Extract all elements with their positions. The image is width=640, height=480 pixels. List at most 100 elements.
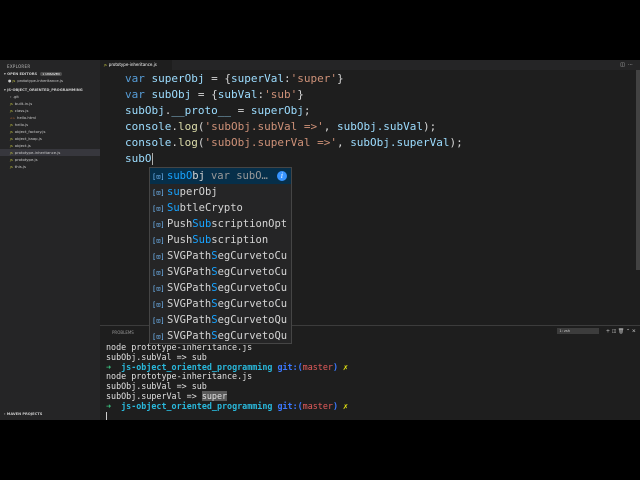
suggestion-text: SVGPath bbox=[167, 314, 212, 326]
file-label: hello.html bbox=[17, 115, 36, 120]
file-item-hello-js[interactable]: JS hello.js bbox=[10, 121, 28, 128]
punctuation-token: ); bbox=[449, 136, 463, 149]
suggestion-text: btleCrypto bbox=[179, 202, 243, 214]
maven-projects-header[interactable]: › MAVEN PROJECTS bbox=[4, 412, 42, 416]
file-label: prototype.js bbox=[14, 157, 38, 162]
tab-prototype-inheritance[interactable]: JS prototype-inheritance.js bbox=[100, 60, 172, 70]
file-item-prototype[interactable]: JS prototype.js bbox=[10, 156, 38, 163]
terminal-output[interactable]: node prototype-inheritance.js subObj.sub… bbox=[106, 342, 349, 420]
suggestion-item[interactable]: [⊡] SVGPathSegCurvetoCu bbox=[150, 296, 291, 312]
project-folder-header[interactable]: ▾ JS-OBJECT_ORIENTED_PROGRAMMING bbox=[4, 88, 83, 92]
identifier-token: console bbox=[125, 120, 172, 133]
js-file-icon: JS bbox=[12, 79, 16, 83]
suggestion-text: Push bbox=[167, 218, 193, 230]
js-file-icon: JS bbox=[10, 165, 13, 169]
file-label: prototype-inheritance.js bbox=[14, 150, 61, 155]
property-token: subVal bbox=[217, 88, 258, 101]
identifier-token: subObj bbox=[151, 88, 192, 101]
suggestion-item[interactable]: [⊡] SVGPathSegCurvetoQu bbox=[150, 328, 291, 343]
split-terminal-icon[interactable]: ◫ bbox=[612, 329, 617, 335]
variable-icon: [⊡] bbox=[152, 285, 165, 293]
suggestion-item[interactable]: [⊡] subObj var subO… i bbox=[150, 168, 291, 184]
file-item-hello-html[interactable]: <> hello.html bbox=[10, 114, 36, 121]
file-item-class[interactable]: JS class.js bbox=[10, 107, 28, 114]
open-editor-item[interactable]: ● JS prototype-inheritance.js bbox=[8, 77, 63, 84]
keyword-token: var bbox=[125, 72, 145, 85]
js-file-icon: JS bbox=[10, 102, 13, 106]
function-token: log bbox=[177, 136, 198, 149]
tab-label: prototype-inheritance.js bbox=[108, 62, 157, 67]
chevron-up-icon[interactable]: ⌃ bbox=[626, 329, 630, 335]
suggestion-item[interactable]: [⊡] SVGPathSegCurvetoQu bbox=[150, 312, 291, 328]
trash-icon[interactable]: 🗑 bbox=[618, 329, 624, 335]
suggestion-item[interactable]: [⊡] SVGPathSegCurvetoCu bbox=[150, 248, 291, 264]
editor-scrollbar[interactable] bbox=[636, 70, 640, 270]
editor-tab-bar: JS prototype-inheritance.js ◫⋯ bbox=[100, 60, 640, 70]
js-file-icon: JS bbox=[10, 158, 13, 162]
prompt-git: git:( bbox=[277, 400, 303, 411]
explorer-title: EXPLORER bbox=[7, 64, 31, 69]
file-item-this[interactable]: JS this.js bbox=[10, 163, 26, 170]
unsaved-badge: 1 UNSAVED bbox=[40, 72, 62, 76]
file-item-built-in[interactable]: JS built-in.js bbox=[10, 100, 32, 107]
suggestion-text: egCurvetoQu bbox=[217, 330, 288, 342]
open-editors-header[interactable]: ▾ OPEN EDITORS 1 UNSAVED bbox=[4, 72, 62, 76]
suggestion-text: egCurvetoCu bbox=[217, 266, 288, 278]
suggestion-item[interactable]: [⊡] PushSubscriptionOpt bbox=[150, 216, 291, 232]
prompt-arrow-icon: ➜ bbox=[106, 400, 112, 411]
more-actions-icon[interactable]: ⋯ bbox=[628, 62, 636, 68]
suggestion-item[interactable]: [⊡] PushSubscription bbox=[150, 232, 291, 248]
file-item-git[interactable]: › .git bbox=[10, 93, 19, 100]
info-icon[interactable]: i bbox=[277, 171, 287, 181]
suggestion-text: egCurvetoCu bbox=[217, 250, 288, 262]
suggestion-item[interactable]: [⊡] SubtleCrypto bbox=[150, 200, 291, 216]
punctuation-token: ); bbox=[423, 120, 437, 133]
string-token: 'sub' bbox=[264, 88, 298, 101]
variable-icon: [⊡] bbox=[152, 269, 165, 277]
split-editor-icon[interactable]: ◫ bbox=[620, 62, 628, 68]
file-item-object-kaap[interactable]: JS object_kaap.js bbox=[10, 135, 42, 142]
identifier-token: superObj bbox=[250, 104, 304, 117]
terminal-select[interactable]: 1: zsh bbox=[557, 328, 600, 334]
file-item-prototype-inheritance[interactable]: JS prototype-inheritance.js bbox=[0, 149, 100, 156]
suggestion-text: SVGPath bbox=[167, 298, 212, 310]
js-file-icon: JS bbox=[10, 151, 13, 155]
js-file-icon: JS bbox=[10, 130, 13, 134]
keyword-token: var bbox=[125, 88, 145, 101]
variable-icon: [⊡] bbox=[152, 301, 165, 309]
punctuation-token: . bbox=[171, 136, 178, 149]
punctuation-token: } bbox=[336, 72, 344, 85]
file-label: object_factory.js bbox=[14, 129, 46, 134]
variable-icon: [⊡] bbox=[152, 221, 165, 229]
plus-icon[interactable]: + bbox=[606, 329, 610, 335]
suggestion-item[interactable]: [⊡] SVGPathSegCurvetoCu bbox=[150, 280, 291, 296]
terminal-text: subObj.superVal => bbox=[106, 390, 202, 401]
project-folder-label: JS-OBJECT_ORIENTED_PROGRAMMING bbox=[7, 88, 83, 92]
tab-problems[interactable]: PROBLEMS bbox=[112, 330, 134, 335]
suggestion-item[interactable]: [⊡] superObj bbox=[150, 184, 291, 200]
identifier-token: console bbox=[125, 136, 172, 149]
punctuation-token: : bbox=[283, 72, 291, 85]
suggestion-match: subO bbox=[167, 170, 193, 182]
suggestion-item[interactable]: [⊡] SVGPathSegCurvetoCu bbox=[150, 264, 291, 280]
suggestion-text: scription bbox=[211, 234, 269, 246]
editor-actions: ◫⋯ bbox=[620, 62, 636, 68]
prompt-branch: master bbox=[302, 400, 333, 411]
open-editor-label: prototype-inheritance.js bbox=[17, 78, 63, 83]
dirty-icon: ✗ bbox=[343, 400, 349, 411]
punctuation-token: = { bbox=[191, 88, 218, 101]
text-cursor bbox=[151, 153, 153, 165]
suggestion-text: egCurvetoCu bbox=[217, 282, 288, 294]
file-item-object-factory[interactable]: JS object_factory.js bbox=[10, 128, 45, 135]
file-item-object[interactable]: JS object.js bbox=[10, 142, 31, 149]
suggestion-text: SVGPath bbox=[167, 330, 212, 342]
close-icon[interactable]: ✕ bbox=[632, 329, 636, 335]
punctuation-token: = { bbox=[204, 72, 231, 85]
maven-projects-label: MAVEN PROJECTS bbox=[6, 412, 43, 416]
typed-token: subO bbox=[125, 152, 152, 165]
file-label: object.js bbox=[14, 143, 31, 148]
suggestion-detail: var subO… bbox=[210, 170, 268, 182]
variable-icon: [⊡] bbox=[152, 237, 165, 245]
terminal-input-line[interactable] bbox=[106, 412, 348, 420]
close-icon[interactable]: ● bbox=[8, 78, 11, 83]
